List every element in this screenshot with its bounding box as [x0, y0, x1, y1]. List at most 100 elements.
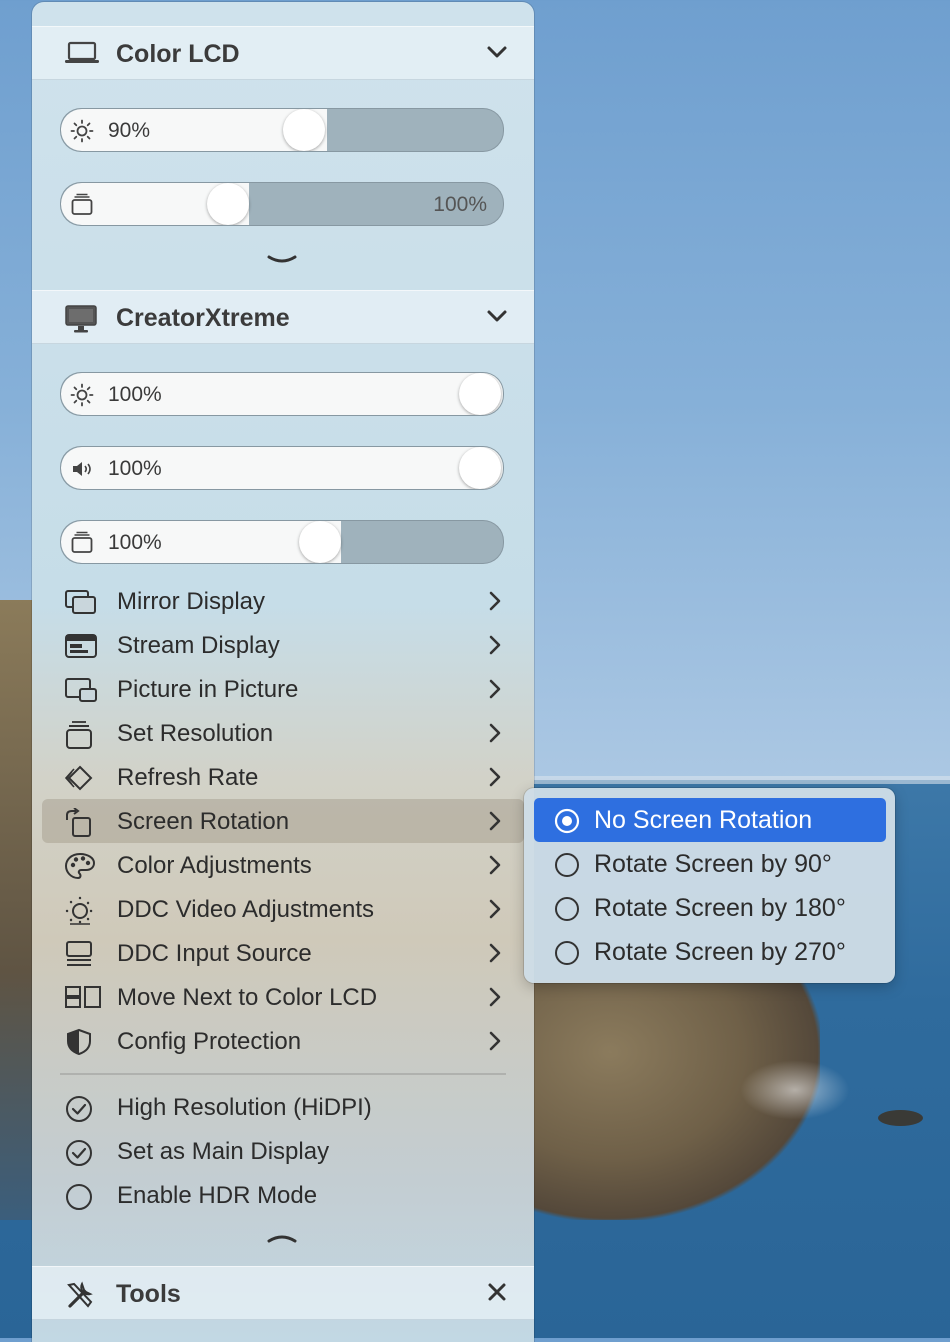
rotation-option-label: Rotate Screen by 180°	[594, 894, 846, 922]
menu-item-label: DDC Input Source	[117, 940, 312, 967]
rotation-option-180[interactable]: Rotate Screen by 180°	[534, 886, 886, 930]
brightness-slider[interactable]: 90%	[60, 108, 504, 152]
tools-title: Tools	[116, 1280, 181, 1308]
chevron-right-icon	[488, 943, 502, 968]
menu-item-picture-in-picture[interactable]: Picture in Picture	[42, 667, 524, 711]
menu-item-move-next-to-color-lcd[interactable]: Move Next to Color LCD	[42, 975, 524, 1019]
slider-knob[interactable]	[459, 447, 501, 489]
menu-item-label: Picture in Picture	[117, 676, 299, 703]
refresh-rate-icon	[64, 764, 96, 797]
close-icon[interactable]	[486, 1281, 508, 1308]
menu-item-mirror-display[interactable]: Mirror Display	[42, 579, 524, 623]
volume-slider[interactable]: 100%	[60, 446, 504, 490]
brightness-icon	[70, 119, 94, 148]
slider-knob[interactable]	[459, 373, 501, 415]
menu-item-refresh-rate[interactable]: Refresh Rate	[42, 755, 524, 799]
rotation-option-90[interactable]: Rotate Screen by 90°	[534, 842, 886, 886]
menu-item-stream-display[interactable]: Stream Display	[42, 623, 524, 667]
radio-empty-icon	[554, 940, 580, 971]
menu-item-label: Stream Display	[117, 632, 280, 659]
contrast-slider[interactable]: 100%	[60, 182, 504, 226]
slider-knob[interactable]	[299, 521, 341, 563]
input-source-icon	[64, 940, 94, 973]
slider-value: 100%	[108, 531, 162, 554]
collapse-chevron-icon[interactable]	[266, 1230, 298, 1251]
tools-header[interactable]: Tools	[32, 1266, 534, 1320]
chevron-right-icon	[488, 811, 502, 836]
chevron-right-icon	[488, 591, 502, 616]
menu-item-label: DDC Video Adjustments	[117, 896, 375, 923]
checkmark-circle-icon	[64, 1138, 94, 1173]
laptop-icon	[64, 40, 100, 71]
display-menu-panel: Color LCD 90% 100% CreatorXtreme 100% 10…	[32, 2, 534, 1342]
display-name: CreatorXtreme	[116, 304, 290, 332]
rotation-option-none[interactable]: No Screen Rotation	[534, 798, 886, 842]
display-header-creatorxtreme[interactable]: CreatorXtreme	[32, 290, 534, 344]
desktop-rock	[878, 1110, 923, 1126]
menu-item-label: Set Resolution	[117, 720, 274, 747]
slider-value: 100%	[108, 383, 162, 406]
menu-item-label: Color Adjustments	[117, 852, 312, 879]
menu-item-config-protection[interactable]: Config Protection	[42, 1019, 524, 1063]
display-name: Color LCD	[116, 40, 240, 68]
rotation-option-270[interactable]: Rotate Screen by 270°	[534, 930, 886, 974]
radio-empty-icon	[554, 896, 580, 927]
tools-icon	[64, 1280, 96, 1317]
rotation-option-label: Rotate Screen by 270°	[594, 938, 846, 966]
slider-knob[interactable]	[283, 109, 325, 151]
toggle-label: Set as Main Display	[117, 1138, 330, 1165]
chevron-right-icon	[488, 767, 502, 792]
menu-item-ddc-input-source[interactable]: DDC Input Source	[42, 931, 524, 975]
checkmark-circle-icon	[64, 1094, 94, 1129]
rotation-option-label: No Screen Rotation	[594, 806, 813, 834]
mirror-display-icon	[64, 588, 98, 621]
slider-value: 100%	[108, 457, 162, 480]
menu-item-label: Refresh Rate	[117, 764, 259, 791]
chevron-down-icon[interactable]	[486, 305, 508, 332]
picture-in-picture-icon	[64, 676, 98, 709]
menu-item-set-resolution[interactable]: Set Resolution	[42, 711, 524, 755]
toggle-hdr-mode[interactable]: Enable HDR Mode	[42, 1173, 524, 1217]
arrange-icon	[64, 984, 102, 1015]
chevron-right-icon	[488, 635, 502, 660]
contrast-icon	[70, 531, 94, 560]
palette-icon	[64, 852, 96, 885]
toggle-set-main-display[interactable]: Set as Main Display	[42, 1129, 524, 1173]
slider-value: 100%	[433, 193, 487, 216]
radio-empty-icon	[554, 852, 580, 883]
menu-item-label: Screen Rotation	[117, 808, 290, 835]
chevron-right-icon	[488, 1031, 502, 1056]
shield-icon	[64, 1028, 94, 1061]
chevron-right-icon	[488, 723, 502, 748]
volume-icon	[70, 457, 96, 486]
slider-knob[interactable]	[207, 183, 249, 225]
menu-item-label: Config Protection	[117, 1028, 302, 1055]
radio-selected-icon	[554, 808, 580, 839]
slider-value: 90%	[108, 119, 151, 142]
monitor-icon	[64, 304, 98, 339]
chevron-down-icon[interactable]	[486, 41, 508, 68]
menu-item-ddc-video-adjustments[interactable]: DDC Video Adjustments	[42, 887, 524, 931]
brightness-icon	[70, 383, 94, 412]
toggle-label: Enable HDR Mode	[117, 1182, 318, 1209]
rotation-option-label: Rotate Screen by 90°	[594, 850, 832, 878]
empty-circle-icon	[64, 1182, 94, 1217]
expand-chevron-icon[interactable]	[266, 252, 298, 273]
screen-rotation-submenu: No Screen Rotation Rotate Screen by 90° …	[524, 788, 895, 983]
chevron-right-icon	[488, 899, 502, 924]
rotate-icon	[64, 807, 94, 843]
desktop-surf	[740, 1060, 850, 1120]
display-header-color-lcd[interactable]: Color LCD	[32, 26, 534, 80]
resolution-icon	[64, 720, 94, 755]
chevron-right-icon	[488, 679, 502, 704]
menu-item-screen-rotation[interactable]: Screen Rotation	[42, 799, 524, 843]
menu-divider	[60, 1073, 506, 1075]
menu-item-color-adjustments[interactable]: Color Adjustments	[42, 843, 524, 887]
chevron-right-icon	[488, 855, 502, 880]
video-adjust-icon	[64, 896, 96, 931]
menu-item-label: Move Next to Color LCD	[117, 984, 378, 1011]
chevron-right-icon	[488, 987, 502, 1012]
toggle-hidpi[interactable]: High Resolution (HiDPI)	[42, 1085, 524, 1129]
contrast-slider[interactable]: 100%	[60, 520, 504, 564]
brightness-slider[interactable]: 100%	[60, 372, 504, 416]
